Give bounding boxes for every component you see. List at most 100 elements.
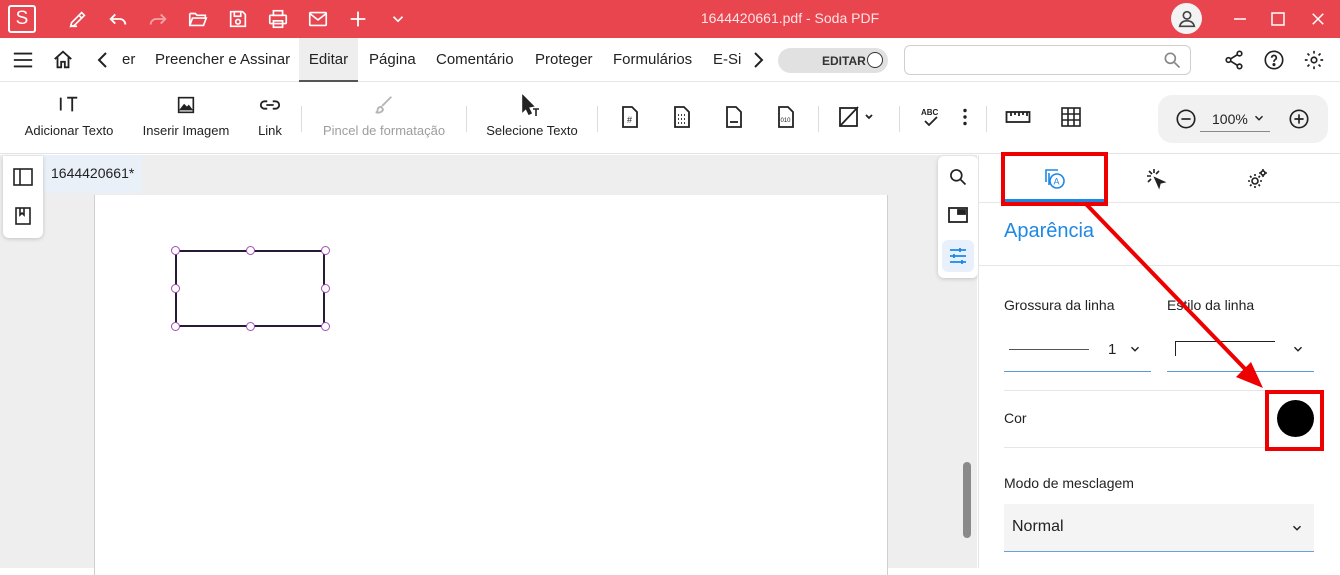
add-icon[interactable] (346, 7, 370, 31)
brush-icon (373, 94, 395, 116)
thumbnail-view-icon[interactable] (948, 206, 968, 224)
edit-toggle-label: EDITAR (822, 54, 866, 68)
zoom-out-icon[interactable] (1175, 108, 1197, 130)
soda-logo: S (8, 5, 36, 33)
resize-handle[interactable] (246, 246, 255, 255)
gears-icon (1248, 169, 1267, 188)
blend-mode-label: Modo de mesclagem (1004, 475, 1134, 491)
chevron-down-icon (1291, 342, 1305, 356)
selected-rectangle-shape[interactable] (175, 250, 325, 327)
tab-forms[interactable]: Formulários (613, 38, 692, 82)
select-text-label: Selecione Texto (486, 123, 578, 138)
scroll-tabs-left-icon[interactable] (95, 51, 111, 69)
svg-text:010: 010 (781, 118, 792, 124)
more-options-icon[interactable] (952, 104, 978, 130)
image-icon (175, 94, 197, 116)
search-icon[interactable] (948, 167, 968, 187)
toolbar-divider (301, 106, 302, 132)
zoom-level-value: 100% (1212, 111, 1248, 127)
hamburger-menu-icon[interactable] (12, 50, 34, 70)
tab-edit[interactable]: Editar (299, 38, 358, 82)
color-label: Cor (1004, 410, 1027, 426)
resize-handle[interactable] (246, 322, 255, 331)
tab-partial[interactable]: er (122, 38, 135, 82)
chevron-down-icon[interactable] (386, 7, 410, 31)
shape-tool-icon[interactable] (836, 104, 876, 130)
resize-handle[interactable] (171, 246, 180, 255)
scroll-tabs-right-icon[interactable] (750, 51, 766, 69)
undo-icon[interactable] (106, 7, 130, 31)
properties-sliders-icon[interactable] (942, 240, 974, 272)
link-button[interactable]: Link (252, 82, 288, 154)
grid-icon[interactable] (1058, 104, 1084, 130)
save-icon[interactable] (226, 7, 250, 31)
zoom-in-icon[interactable] (1288, 108, 1310, 130)
chevron-down-icon (1252, 111, 1266, 125)
tab-esign[interactable]: E-Si (713, 38, 741, 82)
insert-image-button[interactable]: Inserir Imagem (138, 82, 234, 154)
help-icon[interactable] (1263, 49, 1285, 71)
search-icon[interactable] (1162, 50, 1182, 70)
tab-fill-sign[interactable]: Preencher e Assinar (155, 38, 290, 82)
share-icon[interactable] (1223, 49, 1245, 71)
resize-handle[interactable] (321, 322, 330, 331)
add-text-icon (58, 94, 80, 116)
search-input[interactable] (904, 45, 1191, 75)
toolbar-divider (986, 106, 987, 132)
resize-handle[interactable] (171, 284, 180, 293)
format-painter-button[interactable]: Pincel de formatação (318, 82, 450, 154)
tab-protect[interactable]: Proteger (535, 38, 593, 82)
zoom-control: 100% (1158, 95, 1328, 143)
zoom-level-select[interactable]: 100% (1200, 106, 1270, 132)
annotation-arrow (1083, 201, 1263, 388)
toolbar-divider (899, 106, 900, 132)
mail-icon[interactable] (306, 7, 330, 31)
select-text-cursor-icon (518, 94, 542, 118)
close-icon[interactable] (1306, 7, 1330, 31)
ruler-icon[interactable] (1005, 104, 1031, 130)
link-icon (258, 94, 282, 116)
format-painter-label: Pincel de formatação (322, 123, 446, 138)
edit-mode-toggle[interactable]: EDITAR (778, 48, 888, 73)
watermark-icon[interactable] (720, 104, 746, 130)
add-text-label: Adicionar Texto (24, 123, 114, 138)
window-title: 1644420661.pdf - Soda PDF (700, 10, 880, 26)
tab-comment[interactable]: Comentário (436, 38, 514, 82)
header-footer-icon[interactable] (668, 104, 694, 130)
bookmark-icon[interactable] (15, 207, 31, 225)
settings-gear-icon[interactable] (1303, 49, 1325, 71)
vertical-scrollbar[interactable] (963, 462, 971, 538)
tab-actions[interactable] (1106, 155, 1206, 203)
toolbar-divider (466, 106, 467, 132)
page-number-icon[interactable]: # (616, 104, 642, 130)
resize-handle[interactable] (321, 246, 330, 255)
document-tab[interactable]: 1644420661* (44, 155, 142, 193)
toolbar-divider (597, 106, 598, 132)
open-folder-icon[interactable] (186, 7, 210, 31)
pen-icon[interactable] (66, 7, 90, 31)
edit-toolbar: Adicionar Texto Inserir Imagem Link Pinc… (0, 82, 1340, 154)
select-text-button[interactable]: Selecione Texto (482, 82, 582, 154)
click-cursor-icon (1147, 169, 1167, 190)
spell-check-icon[interactable]: ABC (918, 104, 944, 130)
add-text-button[interactable]: Adicionar Texto (20, 82, 118, 154)
bates-numbering-icon[interactable]: 010 (772, 104, 798, 130)
resize-handle[interactable] (321, 284, 330, 293)
tab-page[interactable]: Página (369, 38, 416, 82)
title-bar: S 1644420661.pdf - Soda PDF (0, 0, 1340, 38)
redo-icon[interactable] (146, 7, 170, 31)
highlight-box-appearance-tab (1001, 152, 1108, 206)
user-avatar-icon[interactable] (1171, 3, 1202, 34)
blend-mode-select[interactable]: Normal (1004, 504, 1314, 552)
insert-image-label: Inserir Imagem (142, 123, 230, 138)
maximize-icon[interactable] (1266, 7, 1290, 31)
minimize-icon[interactable] (1228, 7, 1252, 31)
tab-advanced-settings[interactable] (1207, 155, 1307, 203)
print-icon[interactable] (266, 7, 290, 31)
line-preview (1009, 349, 1089, 350)
svg-text:#: # (627, 115, 632, 125)
home-icon[interactable] (52, 49, 74, 71)
resize-handle[interactable] (171, 322, 180, 331)
menu-bar: er Preencher e Assinar Editar Página Com… (0, 38, 1340, 82)
sidebar-panel-icon[interactable] (13, 168, 33, 186)
